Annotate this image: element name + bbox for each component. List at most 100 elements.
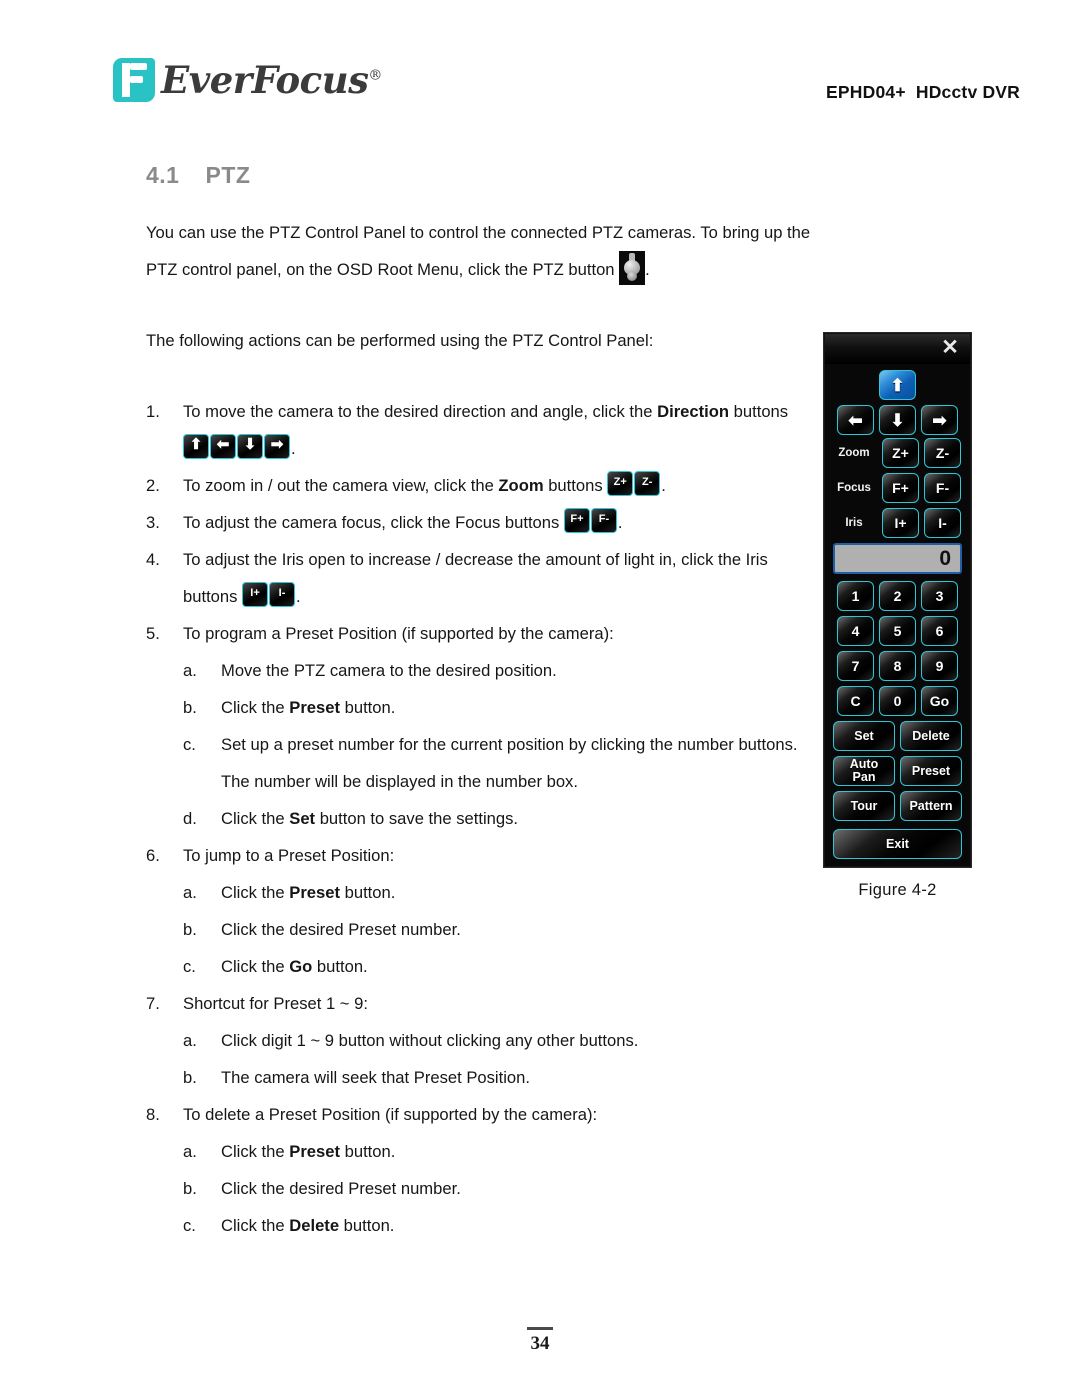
page-title: 4.1 PTZ (146, 162, 250, 189)
list-marker: 6. (146, 846, 160, 865)
steps-list: 1. To move the camera to the desired dir… (146, 393, 812, 1244)
list-marker: a. (183, 1031, 197, 1050)
logo-wordmark-text: EverFocus (161, 57, 369, 102)
sub-text: Set up a preset number for the current p… (221, 735, 798, 791)
sub-bold-term: Preset (289, 883, 340, 902)
keypad-button-8[interactable]: 8 (879, 651, 916, 681)
iris-open-button[interactable]: I+ (882, 508, 919, 538)
list-marker: 7. (146, 994, 160, 1013)
list-item: c. Click the Delete button. (183, 1207, 812, 1244)
sub-text: Click digit 1 ~ 9 button without clickin… (221, 1031, 639, 1050)
keypad-button-6[interactable]: 6 (921, 616, 958, 646)
zoom-out-icon: Z- (634, 471, 661, 496)
step-text: To move the camera to the desired direct… (183, 402, 658, 421)
ptz-up-button[interactable]: ⬆ (879, 370, 916, 400)
keypad-button-1[interactable]: 1 (837, 581, 874, 611)
list-marker: a. (183, 883, 197, 902)
zoom-in-icon: Z+ (607, 471, 634, 496)
sub-text: Click the (221, 1216, 290, 1235)
sub-list: a. Click digit 1 ~ 9 button without click… (183, 1022, 812, 1096)
arrow-right-icon: ➡ (932, 410, 947, 430)
iris-close-button[interactable]: I- (924, 508, 961, 538)
sub-list: a. Click the Preset button. b. Click the d… (183, 874, 812, 985)
sub-text-post: button. (312, 957, 368, 976)
step-text: To delete a Preset Position (if supporte… (183, 1105, 598, 1124)
ptz-control-panel-figure: ✕ ⬆ ⬅ ⬇ ➡ Zoom Z+ Z- Focus F+ F- Iris I+… (824, 333, 971, 900)
arrow-down-icon: ⬇ (890, 410, 905, 430)
iris-label: Iris (845, 517, 863, 529)
list-marker: 1. (146, 402, 160, 421)
iris-buttons-inline-icons: I+ I- (242, 582, 296, 607)
keypad-button-7[interactable]: 7 (837, 651, 874, 681)
step-text-end: . (296, 587, 301, 606)
auto-pan-button[interactable]: Auto Pan (833, 756, 895, 786)
ptz-right-button[interactable]: ➡ (921, 405, 958, 435)
list-item: b. The camera will seek that Preset Posit… (183, 1059, 812, 1096)
keypad-button-5[interactable]: 5 (879, 616, 916, 646)
list-marker: c. (183, 735, 196, 754)
list-item: 5. To program a Preset Position (if supp… (146, 615, 812, 837)
list-item: c. Click the Go button. (183, 948, 812, 985)
iris-open-icon: I+ (242, 582, 269, 607)
focus-in-button[interactable]: F+ (882, 473, 919, 503)
list-marker: 8. (146, 1105, 160, 1124)
focus-buttons-inline-icons: F+ F- (563, 508, 618, 533)
intro-paragraph: You can use the PTZ Control Panel to con… (146, 214, 812, 288)
list-marker: a. (183, 661, 197, 680)
ptz-panel-titlebar: ✕ (825, 334, 970, 364)
section-title: PTZ (205, 162, 251, 188)
list-marker: 5. (146, 624, 160, 643)
preset-button[interactable]: Preset (900, 756, 962, 786)
list-item: a. Click digit 1 ~ 9 button without click… (183, 1022, 812, 1059)
list-item: a. Move the PTZ camera to the desired pos… (183, 652, 812, 689)
list-item: 6. To jump to a Preset Position: a. Click… (146, 837, 812, 985)
list-marker: d. (183, 809, 197, 828)
list-item: b. Click the desired Preset number. (183, 911, 812, 948)
exit-button[interactable]: Exit (833, 829, 962, 859)
step-text: To zoom in / out the camera view, click … (183, 476, 499, 495)
zoom-buttons-inline-icons: Z+ Z- (607, 471, 661, 496)
list-item: c. Set up a preset number for the current… (183, 726, 812, 800)
step-text: To adjust the camera focus, click the Fo… (183, 513, 564, 532)
keypad-button-0[interactable]: 0 (879, 686, 916, 716)
sub-text: Click the (221, 1142, 290, 1161)
list-marker: c. (183, 1216, 196, 1235)
focus-row: Focus F+ F- (825, 473, 970, 503)
sub-text-post: button to save the settings. (315, 809, 519, 828)
keypad-go-button[interactable]: Go (921, 686, 958, 716)
keypad-button-9[interactable]: 9 (921, 651, 958, 681)
ptz-left-button[interactable]: ⬅ (837, 405, 874, 435)
zoom-out-button[interactable]: Z- (924, 438, 961, 468)
intro-text: You can use the PTZ Control Panel to con… (146, 223, 811, 279)
focus-in-icon: F+ (563, 508, 590, 533)
sub-text: Click the (221, 883, 290, 902)
direction-buttons-inline-icons: ⬆ ⬅ ⬇ ➡ (183, 434, 291, 459)
list-item: a. Click the Preset button. (183, 874, 812, 911)
sub-text: Click the desired Preset number. (221, 920, 461, 939)
step-bold-term: Zoom (498, 476, 544, 495)
everfocus-logo: EverFocus® (113, 58, 382, 102)
arrow-right-icon: ➡ (264, 434, 290, 459)
keypad-button-2[interactable]: 2 (879, 581, 916, 611)
list-item: b. Click the Preset button. (183, 689, 812, 726)
close-icon[interactable]: ✕ (939, 337, 961, 359)
tour-button[interactable]: Tour (833, 791, 895, 821)
focus-out-icon: F- (590, 508, 617, 533)
keypad-clear-button[interactable]: C (837, 686, 874, 716)
sub-bold-term: Go (289, 957, 313, 976)
delete-button[interactable]: Delete (900, 721, 962, 751)
list-marker: c. (183, 957, 196, 976)
ptz-down-button[interactable]: ⬇ (879, 405, 916, 435)
zoom-in-button[interactable]: Z+ (882, 438, 919, 468)
set-button[interactable]: Set (833, 721, 895, 751)
keypad-button-4[interactable]: 4 (837, 616, 874, 646)
numeric-keypad: 1 2 3 4 5 6 7 8 9 C 0 Go (825, 581, 970, 721)
preset-number-display: 0 (833, 543, 962, 574)
focus-out-button[interactable]: F- (924, 473, 961, 503)
keypad-button-3[interactable]: 3 (921, 581, 958, 611)
sub-text-post: button. (340, 883, 396, 902)
logo-wordmark: EverFocus® (161, 61, 382, 99)
arrow-left-icon: ⬅ (210, 434, 236, 459)
pattern-button[interactable]: Pattern (900, 791, 962, 821)
page-number: 34 (530, 1333, 550, 1354)
